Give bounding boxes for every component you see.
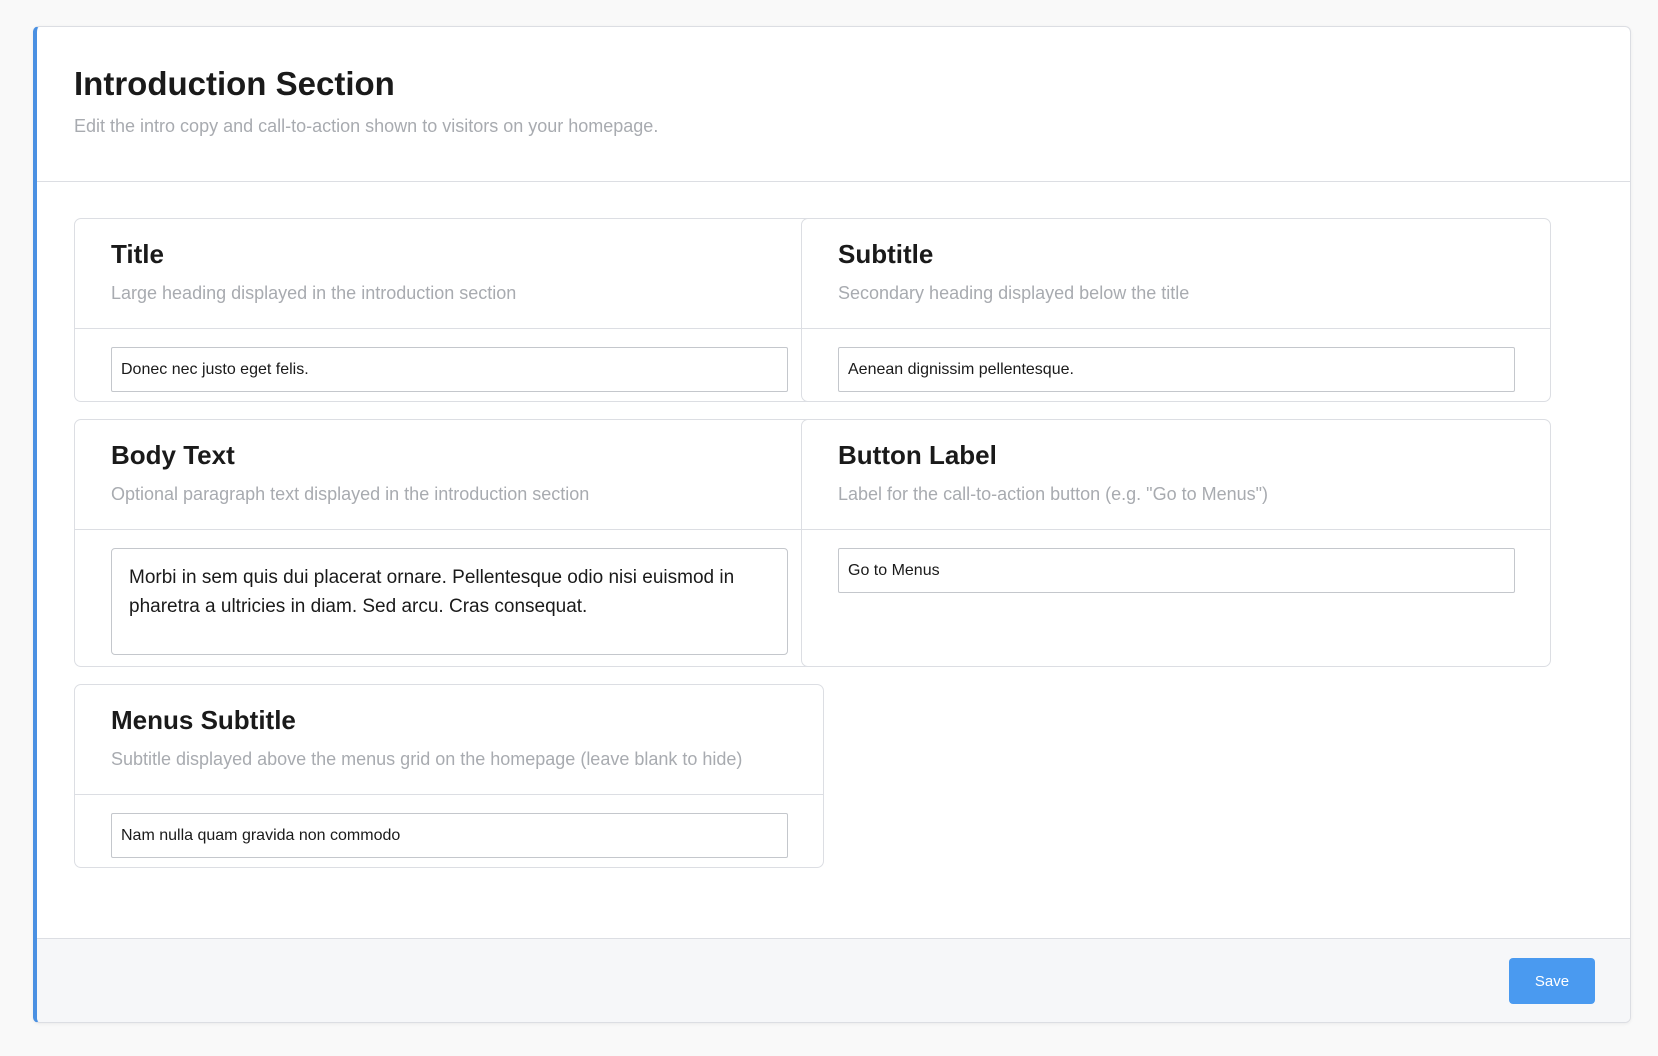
menus-subtitle-field-card: Menus Subtitle Subtitle displayed above … — [74, 684, 824, 868]
card-header: Menus Subtitle Subtitle displayed above … — [75, 685, 823, 795]
subtitle-field-description: Secondary heading displayed below the ti… — [838, 283, 1190, 304]
button-label-input[interactable] — [838, 548, 1515, 593]
button-label-field-label: Button Label — [838, 440, 997, 470]
menus-subtitle-input[interactable] — [111, 813, 788, 858]
card-body: Morbi in sem quis dui placerat ornare. P… — [75, 530, 823, 655]
card-body — [802, 329, 1550, 392]
page-title: Introduction Section — [74, 65, 395, 102]
panel-footer: Save — [37, 938, 1630, 1022]
subtitle-field-card: Subtitle Secondary heading displayed bel… — [801, 218, 1551, 402]
title-field-label: Title — [111, 239, 164, 269]
card-header: Button Label Label for the call-to-actio… — [802, 420, 1550, 530]
button-label-field-card: Button Label Label for the call-to-actio… — [801, 419, 1551, 667]
subtitle-field-label: Subtitle — [838, 239, 934, 269]
menus-subtitle-field-label: Menus Subtitle — [111, 705, 296, 735]
title-field-card: Title Large heading displayed in the int… — [74, 218, 824, 402]
title-field-description: Large heading displayed in the introduct… — [111, 283, 517, 304]
body-text-field-card: Body Text Optional paragraph text displa… — [74, 419, 824, 667]
body-text-field-description: Optional paragraph text displayed in the… — [111, 484, 590, 505]
panel-header: Introduction Section Edit the intro copy… — [37, 27, 1630, 182]
save-button[interactable]: Save — [1509, 958, 1595, 1004]
card-header: Title Large heading displayed in the int… — [75, 219, 823, 329]
body-text-field-label: Body Text — [111, 440, 235, 470]
card-body — [75, 795, 823, 858]
card-header: Body Text Optional paragraph text displa… — [75, 420, 823, 530]
body-text-textarea[interactable]: Morbi in sem quis dui placerat ornare. P… — [111, 548, 788, 655]
intro-section-panel: Introduction Section Edit the intro copy… — [33, 26, 1631, 1023]
card-header: Subtitle Secondary heading displayed bel… — [802, 219, 1550, 329]
subtitle-input[interactable] — [838, 347, 1515, 392]
card-body — [802, 530, 1550, 593]
menus-subtitle-field-description: Subtitle displayed above the menus grid … — [111, 749, 743, 770]
card-body — [75, 329, 823, 392]
button-label-field-description: Label for the call-to-action button (e.g… — [838, 484, 1269, 505]
page-description: Edit the intro copy and call-to-action s… — [74, 115, 659, 136]
title-input[interactable] — [111, 347, 788, 392]
